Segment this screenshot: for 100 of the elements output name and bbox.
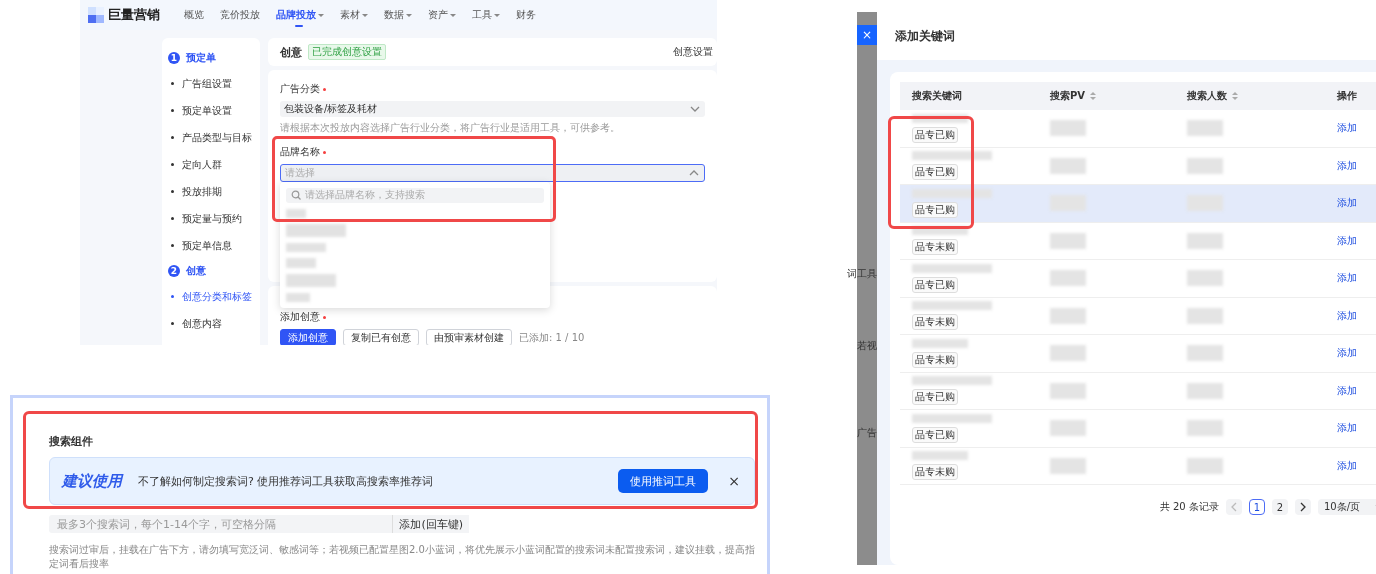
column-header[interactable]: 搜索人数 (1175, 82, 1313, 110)
action-button[interactable]: 添加创意 (280, 329, 336, 345)
status-tag: 品专未购 (912, 464, 958, 481)
redacted-block (1050, 232, 1086, 249)
step-item[interactable]: 创意内容 (168, 310, 260, 337)
nav-tab[interactable]: 工具 (472, 0, 500, 30)
settings-link[interactable]: 创意设置 (673, 45, 717, 59)
redacted-block (1187, 457, 1223, 474)
nav-tab[interactable]: 品牌投放 (276, 0, 324, 30)
add-link[interactable]: 添加 (1337, 233, 1376, 248)
redacted-block (1187, 382, 1223, 399)
add-link[interactable]: 添加 (1337, 158, 1376, 173)
action-button[interactable]: 复制已有创意 (343, 329, 419, 345)
help-text: 请根据本次投放内容选择广告行业分类，将广告行业是适用工具，可供参考。 (280, 121, 621, 135)
step-item[interactable]: 预定量与预约 (168, 205, 260, 232)
column-header: 操作 (1313, 82, 1376, 110)
redacted-block (1187, 420, 1223, 437)
nav-tab[interactable]: 资产 (428, 0, 456, 30)
redacted-block (1050, 382, 1086, 399)
redacted-block (1050, 157, 1086, 174)
nav-tab[interactable]: 竞价投放 (220, 0, 260, 30)
section-title: 创意 (280, 44, 302, 60)
previous-page-button[interactable] (1225, 499, 1242, 515)
step-item[interactable]: 定向人群 (168, 151, 260, 178)
field-label: 品牌名称 (280, 145, 320, 159)
redacted-block (286, 258, 316, 268)
status-tag: 品专已购 (912, 164, 958, 181)
redacted-block (912, 113, 968, 123)
sort-icon[interactable] (1089, 91, 1098, 101)
nav-tab[interactable]: 财务 (516, 0, 536, 30)
page-button[interactable]: 2 (1271, 499, 1288, 515)
step-item[interactable]: 预定单信息 (168, 232, 260, 259)
redacted-block (1187, 307, 1223, 324)
redacted-block (1050, 345, 1086, 362)
section-title: 搜索组件 (49, 434, 94, 449)
add-link[interactable]: 添加 (1337, 271, 1376, 286)
column-header: 搜索关键词 (900, 82, 1038, 110)
nav-tab[interactable]: 数据 (384, 0, 412, 30)
step-item[interactable]: 创意分类和标签 (168, 283, 260, 310)
status-tag: 品专已购 (912, 201, 958, 218)
add-link[interactable]: 添加 (1337, 383, 1376, 398)
banner-label: 建议使用 (62, 471, 122, 491)
add-button[interactable]: 添加(回车键) (392, 515, 469, 533)
next-page-button[interactable] (1294, 499, 1311, 515)
status-badge: 已完成创意设置 (308, 44, 386, 60)
add-link[interactable]: 添加 (1337, 121, 1376, 136)
field-label: 添加创意 (280, 310, 320, 324)
status-tag: 品专已购 (912, 389, 958, 406)
step-item[interactable]: 预定单设置 (168, 97, 260, 124)
status-tag: 品专未购 (912, 314, 958, 331)
sort-icon[interactable] (1231, 91, 1239, 101)
nav-tab[interactable]: 概览 (184, 0, 204, 30)
background-text: 若视 (857, 339, 877, 353)
record-count: 共 20 条记录 (1159, 500, 1219, 514)
redacted-block (1187, 157, 1223, 174)
keyword-tool-button[interactable]: 使用推词工具 (618, 469, 709, 493)
step-item[interactable]: 广告组设置 (168, 70, 260, 97)
background-text: 广告 (857, 426, 877, 440)
category-select[interactable]: 包装设备/标签及耗材 (280, 101, 705, 117)
redacted-block (1050, 457, 1086, 474)
step-title: 创意 (186, 264, 206, 278)
count-text: 已添加: 1 / 10 (519, 330, 585, 345)
add-link[interactable]: 添加 (1337, 308, 1376, 323)
status-tag: 品专未购 (912, 239, 958, 256)
redacted-block (1050, 270, 1086, 287)
status-tag: 品专未购 (912, 351, 958, 368)
action-button[interactable]: 由预审素材创建 (426, 329, 512, 345)
page-size-select[interactable]: 10条/页 (1317, 499, 1376, 515)
background-text: 词工具 (847, 267, 877, 281)
logo-icon (88, 7, 104, 23)
redacted-block (912, 226, 968, 236)
close-button[interactable]: × (857, 25, 877, 45)
redacted-block (1187, 270, 1223, 287)
redacted-block (912, 338, 968, 348)
redacted-block (1050, 120, 1086, 137)
field-label: 广告分类 (280, 82, 320, 96)
redacted-block (1050, 420, 1086, 437)
step-number: 2 (168, 265, 180, 277)
add-link[interactable]: 添加 (1337, 421, 1376, 436)
redacted-block (1187, 232, 1223, 249)
redacted-block (286, 292, 310, 302)
step-title: 预定单 (186, 51, 216, 65)
redacted-block (286, 208, 306, 219)
keyword-input[interactable]: 最多3个搜索词，每个1-14个字，可空格分隔 添加(回车键) (49, 515, 469, 533)
redacted-block (912, 451, 968, 461)
close-button[interactable]: × (724, 473, 744, 489)
page-button[interactable]: 1 (1248, 499, 1265, 515)
step-item[interactable]: 产品类型与目标 (168, 124, 260, 151)
redacted-block (286, 273, 336, 287)
redacted-block (1187, 120, 1223, 137)
redacted-block (286, 243, 326, 253)
search-icon (291, 190, 301, 201)
modal-title: 添加关键词 (894, 27, 956, 45)
step-item[interactable]: 投放排期 (168, 178, 260, 205)
logo-text: 巨量营销 (108, 6, 160, 24)
nav-tab[interactable]: 素材 (340, 0, 368, 30)
add-link[interactable]: 添加 (1337, 346, 1376, 361)
status-tag: 品专已购 (912, 426, 958, 443)
column-header[interactable]: 搜索PV (1038, 82, 1175, 110)
add-link[interactable]: 添加 (1337, 458, 1376, 473)
